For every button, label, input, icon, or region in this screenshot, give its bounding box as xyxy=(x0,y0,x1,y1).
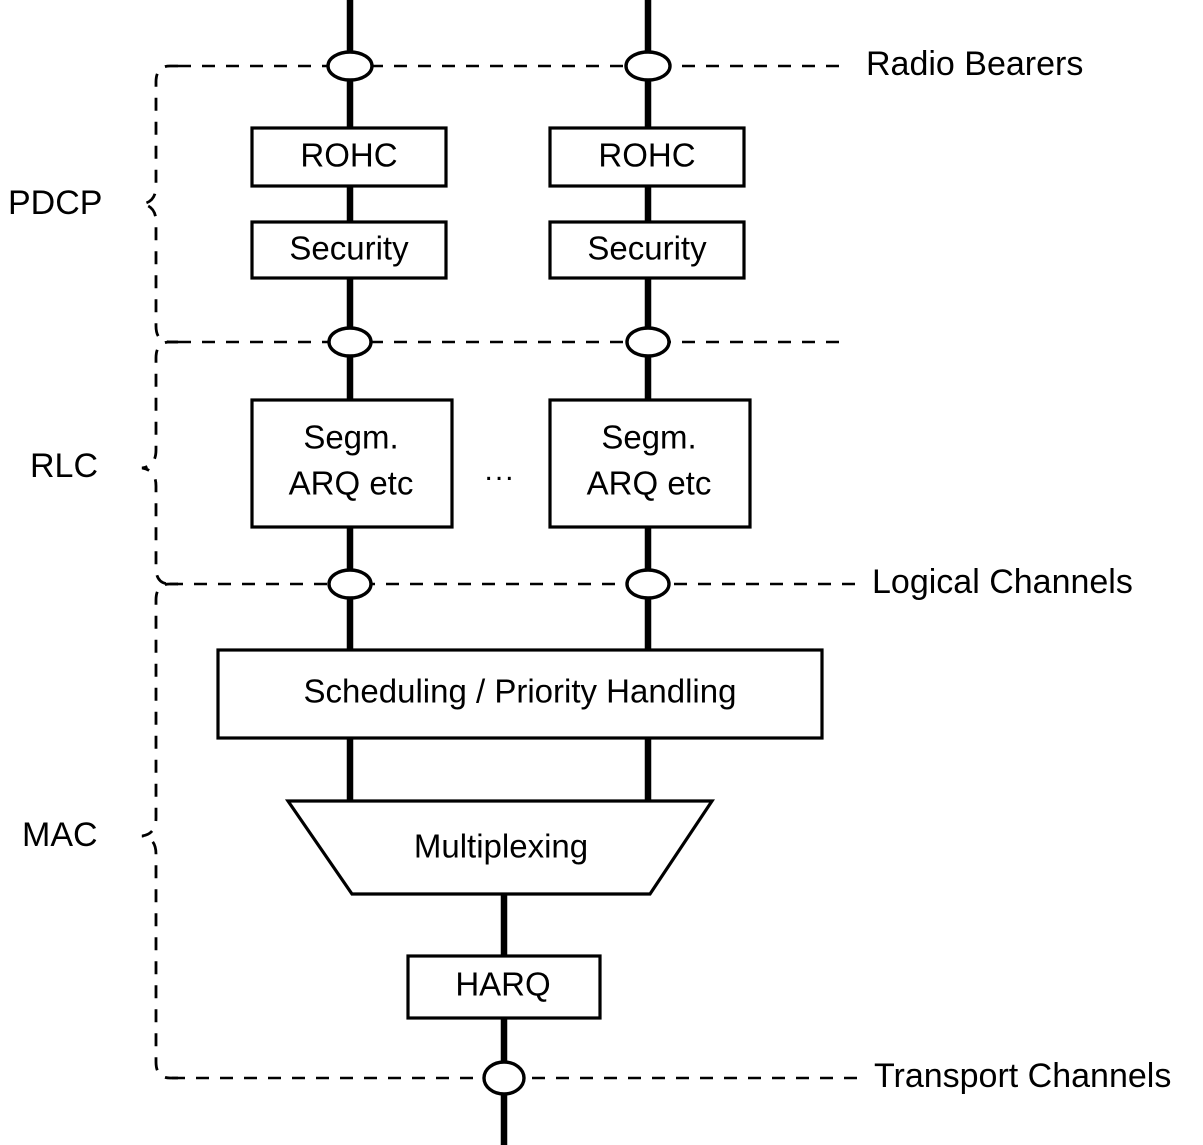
security-label-right: Security xyxy=(587,230,707,267)
rohc-label-right: ROHC xyxy=(598,137,695,174)
transport-channel-ellipse xyxy=(482,1060,526,1096)
bearer-ellipsis: ... xyxy=(484,454,515,487)
pdcp-brace xyxy=(141,64,178,344)
diagram-canvas: ROHC ROHC Security Security Segm. ARQ et… xyxy=(8,0,1171,1145)
layer-label-pdcp: PDCP xyxy=(8,184,102,222)
rlc-brace xyxy=(141,340,178,586)
rlc-label-left-line2: ARQ etc xyxy=(289,465,414,502)
rlc-label-left-line1: Segm. xyxy=(303,419,398,456)
pdcp-rlc-ellipse-right xyxy=(625,326,671,358)
harq-label: HARQ xyxy=(455,966,550,1003)
mac-brace xyxy=(141,582,178,1080)
layer-label-rlc: RLC xyxy=(30,447,98,485)
rohc-label-left: ROHC xyxy=(300,137,397,174)
rlc-label-right-line1: Segm. xyxy=(601,419,696,456)
logical-channel-ellipse-right xyxy=(625,568,671,600)
pdcp-rlc-ellipse-left xyxy=(327,326,373,358)
logical-channel-ellipse-left xyxy=(327,568,373,600)
multiplexing-label: Multiplexing xyxy=(414,828,588,865)
interface-label-transport-channels: Transport Channels xyxy=(874,1057,1171,1095)
scheduling-label: Scheduling / Priority Handling xyxy=(304,673,737,710)
interface-label-logical-channels: Logical Channels xyxy=(872,563,1133,601)
security-label-left: Security xyxy=(289,230,409,267)
rlc-label-right-line2: ARQ etc xyxy=(587,465,712,502)
layer-label-mac: MAC xyxy=(22,816,98,854)
interface-label-radio-bearers: Radio Bearers xyxy=(866,45,1083,83)
radio-bearer-ellipse-left xyxy=(326,50,374,82)
protocol-stack-diagram: ROHC ROHC Security Security Segm. ARQ et… xyxy=(0,0,1203,1145)
radio-bearer-ellipse-right xyxy=(624,50,672,82)
